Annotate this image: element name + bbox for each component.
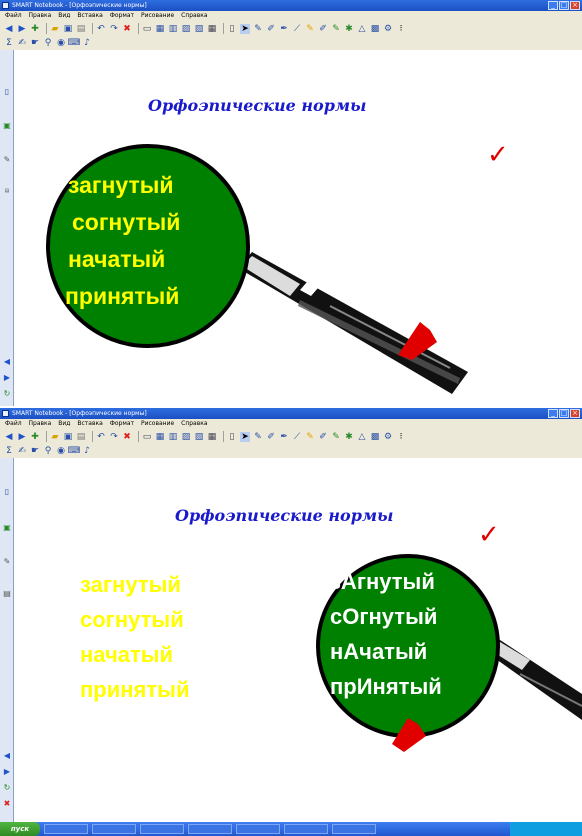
taskbar-item[interactable] bbox=[332, 824, 376, 834]
taskbar-item[interactable] bbox=[140, 824, 184, 834]
screenshot-bottom: SMART Notebook - [Орфоэпические нормы] _… bbox=[0, 408, 582, 822]
word-3: начатый bbox=[68, 246, 166, 272]
magnifier-handle bbox=[486, 640, 582, 720]
magnifier-graphic[interactable] bbox=[0, 408, 582, 822]
magnifier-graphic[interactable] bbox=[0, 0, 582, 406]
windows-taskbar: пуск bbox=[0, 822, 582, 836]
taskbar-item[interactable] bbox=[236, 824, 280, 834]
start-button[interactable]: пуск bbox=[0, 822, 40, 836]
word-stressed-1: зАгнутый bbox=[330, 569, 435, 594]
magnifier-handle bbox=[238, 252, 468, 394]
word-2: согнутый bbox=[72, 209, 181, 235]
system-tray[interactable] bbox=[510, 822, 582, 836]
taskbar-item[interactable] bbox=[92, 824, 136, 834]
taskbar-item[interactable] bbox=[188, 824, 232, 834]
word-stressed-2: сОгнутый bbox=[330, 604, 438, 629]
taskbar-item[interactable] bbox=[284, 824, 328, 834]
word-stressed-3: нАчатый bbox=[330, 639, 428, 664]
word-4: принятый bbox=[65, 283, 180, 309]
taskbar-item[interactable] bbox=[44, 824, 88, 834]
word-stressed-4: прИнятый bbox=[330, 674, 442, 699]
screenshot-top: SMART Notebook - [Орфоэпические нормы] _… bbox=[0, 0, 582, 406]
word-1: загнутый bbox=[68, 172, 174, 198]
